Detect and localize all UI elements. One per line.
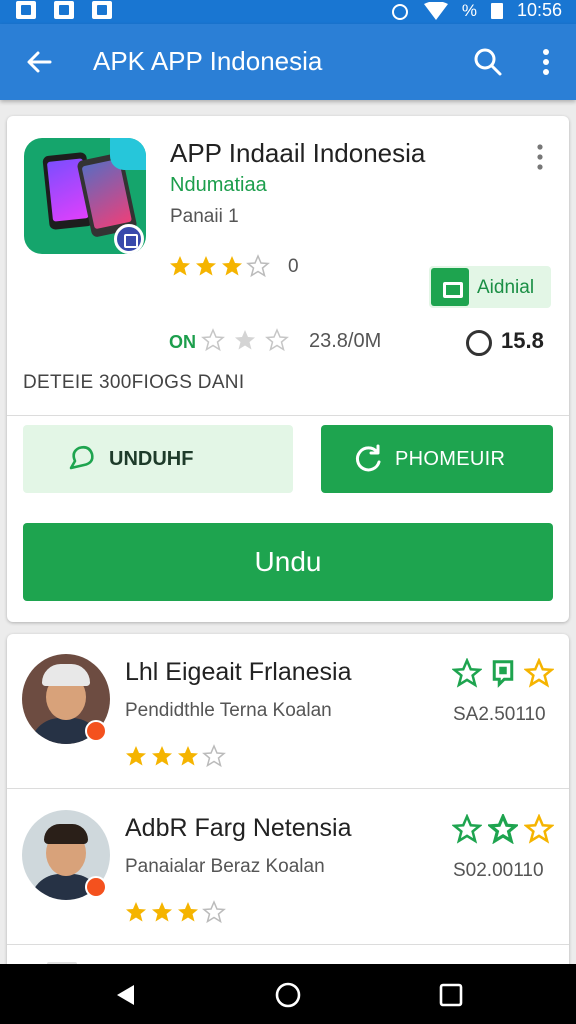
card-more-icon[interactable]	[533, 142, 547, 172]
review-action-icons	[452, 814, 554, 844]
star-outline-icon	[201, 328, 225, 352]
star-outline-icon	[202, 900, 226, 924]
platform-badge-label: Aidnial	[477, 277, 535, 298]
star-outline-icon	[246, 254, 270, 278]
star-outline-icon[interactable]	[452, 658, 482, 688]
star-outline-icon	[202, 744, 226, 768]
list-item[interactable]: AdbR Farg Netensia Panaialar Beraz Koala…	[7, 790, 569, 945]
star-icon	[178, 902, 198, 922]
star-outline-icon[interactable]	[452, 814, 482, 844]
star-icon	[152, 746, 172, 766]
back-arrow-icon[interactable]	[22, 44, 58, 80]
chat-bubble-icon	[69, 445, 94, 470]
loading-ring-icon	[466, 330, 492, 356]
message-notification-icon	[92, 1, 112, 19]
review-code: S02.00110	[453, 860, 544, 881]
app-version: 15.8	[501, 328, 544, 353]
battery-percent: %	[461, 0, 477, 20]
unduh-secondary-label: UNDUHF	[109, 447, 194, 470]
gallery-notification-icon	[54, 1, 74, 19]
status-time: 10:56	[516, 0, 562, 20]
android-icon	[431, 268, 469, 306]
alarm-icon	[391, 3, 408, 20]
app-bar: APK APP Indonesia	[0, 24, 576, 100]
bookmark-icon[interactable]	[488, 658, 518, 688]
unduh-secondary-button[interactable]: UNDUHF	[23, 425, 293, 493]
app-title: APP Indaail Indonesia	[170, 138, 426, 168]
star-icon	[178, 746, 198, 766]
on-label: ON	[169, 332, 196, 352]
wifi-icon	[423, 1, 448, 20]
star-outline-icon[interactable]	[524, 814, 554, 844]
star-outline-icon	[265, 328, 289, 352]
page-title: APK APP Indonesia	[93, 46, 323, 76]
review-name: AdbR Farg Netensia	[125, 814, 352, 842]
nav-recents-icon[interactable]	[437, 981, 465, 1009]
app-subtitle: Panaii 1	[170, 206, 239, 227]
star-icon	[152, 902, 172, 922]
notification-icon	[16, 1, 36, 19]
primary-alt-label: PHOMEUIR	[395, 447, 506, 470]
app-developer[interactable]: Ndumatiaa	[170, 174, 267, 197]
avatar-badge-icon	[85, 876, 107, 898]
primary-alt-button[interactable]: PHOMEUIR	[321, 425, 553, 493]
app-rating-stars	[168, 254, 270, 278]
divider	[7, 415, 569, 416]
list-item[interactable]: Lhl Eigeait Frlanesia Pendidthle Terna K…	[7, 634, 569, 789]
avatar-badge-icon	[85, 720, 107, 742]
review-code: SA2.50110	[453, 704, 546, 725]
review-desc: Pendidthle Terna Koalan	[125, 700, 332, 721]
reviews-card: Lhl Eigeait Frlanesia Pendidthle Terna K…	[7, 634, 569, 974]
more-vert-icon[interactable]	[532, 44, 560, 80]
star-icon[interactable]	[488, 814, 518, 844]
status-bar: % 10:56	[0, 0, 576, 24]
star-icon	[222, 256, 242, 276]
install-button[interactable]: Undu	[23, 523, 553, 601]
star-icon	[126, 902, 146, 922]
star-outline-icon[interactable]	[524, 658, 554, 688]
battery-icon	[490, 2, 503, 19]
search-icon[interactable]	[470, 44, 506, 80]
review-action-icons	[452, 658, 554, 688]
star-icon	[126, 746, 146, 766]
app-details-card: APP Indaail Indonesia Ndumatiaa Panaii 1…	[7, 116, 569, 622]
app-size: 23.8/0M	[309, 330, 382, 352]
rating-count: 0	[288, 256, 299, 277]
app-badge-icon	[114, 224, 144, 254]
review-stars	[124, 900, 226, 924]
system-nav-bar	[0, 964, 576, 1024]
star-icon	[170, 256, 190, 276]
refresh-icon	[355, 444, 381, 472]
secondary-rating-stars	[201, 328, 289, 352]
install-button-label: Undu	[254, 546, 322, 577]
star-icon	[196, 256, 216, 276]
review-stars	[124, 744, 226, 768]
section-label: DETEIE 300FIOGS DANI	[23, 372, 245, 393]
nav-back-icon[interactable]	[112, 981, 140, 1009]
review-desc: Panaialar Beraz Koalan	[125, 856, 325, 877]
review-name: Lhl Eigeait Frlanesia	[125, 658, 352, 686]
platform-badge[interactable]: Aidnial	[429, 266, 551, 308]
nav-home-icon[interactable]	[274, 981, 302, 1009]
star-gray-icon	[235, 330, 255, 350]
